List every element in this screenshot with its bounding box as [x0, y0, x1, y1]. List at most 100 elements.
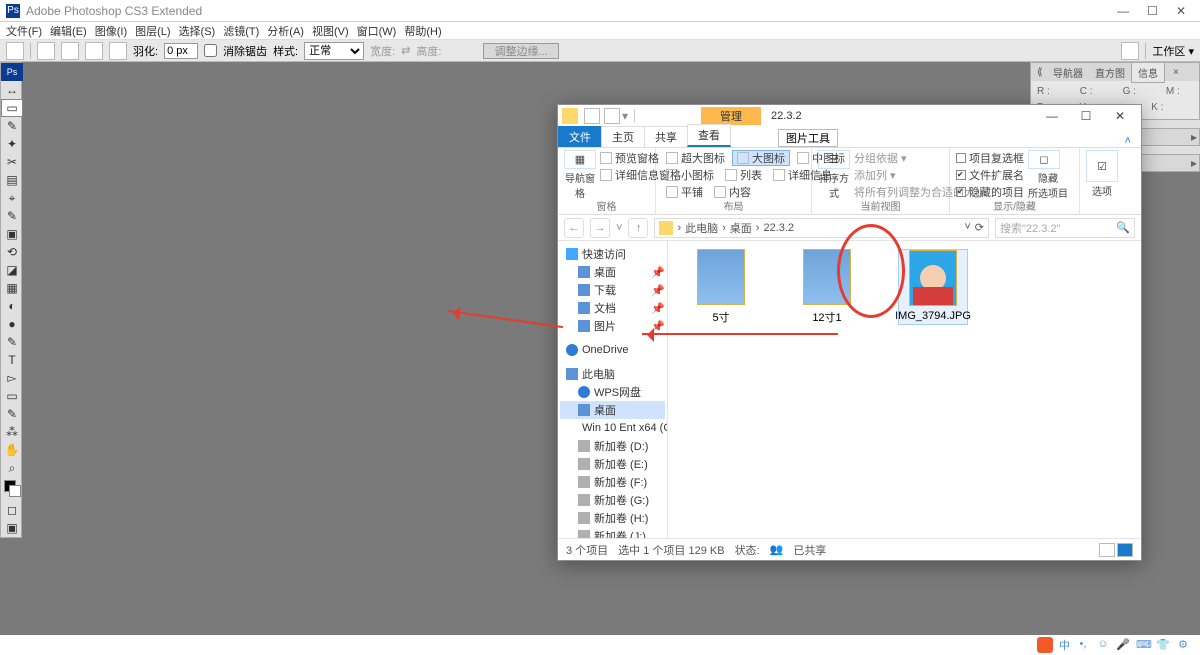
tree-desktop-2[interactable]: 桌面 — [560, 401, 665, 419]
hide-selected-icon[interactable]: ◻ — [1028, 150, 1060, 169]
menu-select[interactable]: 选择(S) — [179, 23, 216, 39]
swap-icon[interactable]: ⇄ — [401, 44, 410, 57]
new-selection-icon[interactable] — [37, 42, 55, 60]
eraser-tool[interactable]: ◪ — [1, 261, 23, 279]
ime-icon[interactable] — [1037, 637, 1053, 653]
menu-image[interactable]: 图像(I) — [95, 23, 127, 39]
path-tool[interactable]: ▻ — [1, 369, 23, 387]
crumb-pc[interactable]: 此电脑 — [685, 220, 718, 236]
tree-onedrive[interactable]: OneDrive — [560, 341, 665, 359]
address-dropdown-icon[interactable]: ˅ — [964, 221, 970, 234]
marquee-icon[interactable] — [6, 42, 24, 60]
tab-share[interactable]: 共享 — [644, 126, 688, 147]
thumbnails-view-icon[interactable] — [1117, 543, 1133, 557]
refine-edge-button[interactable]: 调整边缘... — [483, 43, 558, 59]
item-checkboxes-toggle[interactable]: 项目复选框 — [956, 150, 1024, 166]
tray-settings-icon[interactable]: ⚙ — [1176, 638, 1190, 652]
menu-window[interactable]: 窗口(W) — [357, 23, 397, 39]
brush-tool[interactable]: ✎ — [1, 207, 23, 225]
palette-collapse-icon[interactable]: ⟪ — [1031, 65, 1047, 80]
nav-pane-icon[interactable]: ▦ — [564, 150, 596, 169]
zoom-tool[interactable]: ⌕ — [1, 459, 23, 477]
menu-filter[interactable]: 滤镜(T) — [223, 23, 259, 39]
explorer-maximize-button[interactable]: ☐ — [1071, 109, 1101, 123]
info-tab[interactable]: 信息 — [1131, 62, 1165, 83]
tree-jdrive[interactable]: 新加卷 (J:) — [560, 527, 665, 538]
tree-fdrive[interactable]: 新加卷 (F:) — [560, 473, 665, 491]
manage-tab[interactable]: 管理 — [701, 107, 761, 125]
menu-help[interactable]: 帮助(H) — [404, 23, 441, 39]
histogram-tab[interactable]: 直方图 — [1089, 63, 1131, 82]
sub-selection-icon[interactable] — [85, 42, 103, 60]
tray-emoji-icon[interactable]: ☺ — [1096, 638, 1110, 652]
maximize-button[interactable]: ☐ — [1147, 4, 1158, 18]
menu-view[interactable]: 视图(V) — [312, 23, 349, 39]
tree-wps[interactable]: WPS网盘 — [560, 383, 665, 401]
quick-access-icon-2[interactable] — [604, 108, 620, 124]
quick-mask-icon[interactable]: ◻ — [1, 501, 23, 519]
feather-input[interactable] — [164, 43, 198, 59]
hand-tool[interactable]: ✋ — [1, 441, 23, 459]
navigator-tab[interactable]: 导航器 — [1047, 63, 1089, 82]
file-extensions-toggle[interactable]: 文件扩展名 — [956, 167, 1024, 183]
ime-label[interactable]: 中 — [1059, 637, 1070, 653]
heal-tool[interactable]: ⌖ — [1, 189, 23, 207]
tab-picture-tools[interactable]: 图片工具 — [778, 129, 838, 147]
workspace-dropdown[interactable]: 工作区 ▾ — [1152, 43, 1194, 59]
tray-skin-icon[interactable]: 👕 — [1156, 638, 1170, 652]
forward-button[interactable]: → — [590, 218, 610, 238]
slice-tool[interactable]: ▤ — [1, 171, 23, 189]
tab-view[interactable]: 查看 — [687, 124, 731, 147]
menu-analysis[interactable]: 分析(A) — [267, 23, 304, 39]
add-selection-icon[interactable] — [61, 42, 79, 60]
tree-documents[interactable]: 文档📌 — [560, 299, 665, 317]
tree-edrive[interactable]: 新加卷 (E:) — [560, 455, 665, 473]
search-input[interactable]: 搜索"22.3.2" 🔍 — [995, 218, 1135, 238]
view-sm[interactable]: 小图标 — [662, 167, 718, 183]
crop-tool[interactable]: ✂ — [1, 153, 23, 171]
history-brush-tool[interactable]: ⟲ — [1, 243, 23, 261]
blur-tool[interactable]: ◐ — [1, 297, 23, 315]
tray-mic-icon[interactable]: 🎤 — [1116, 638, 1130, 652]
tree-cdrive[interactable]: Win 10 Ent x64 (C:) — [560, 419, 665, 437]
marquee-tool[interactable]: ▭ — [1, 99, 23, 117]
palette-close-icon[interactable]: × — [1167, 65, 1185, 80]
close-button[interactable]: ✕ — [1176, 4, 1186, 18]
lasso-tool[interactable]: ✎ — [1, 117, 23, 135]
tree-ddrive[interactable]: 新加卷 (D:) — [560, 437, 665, 455]
refresh-icon[interactable]: ⟳ — [975, 221, 984, 234]
crumb-desktop[interactable]: 桌面 — [730, 220, 752, 236]
screen-mode-icon[interactable]: ▣ — [1, 519, 23, 537]
tree-thispc[interactable]: 此电脑 — [560, 365, 665, 383]
breadcrumb[interactable]: › 此电脑 › 桌面 › 22.3.2 ˅ ⟳ — [654, 218, 989, 238]
details-view-icon[interactable] — [1099, 543, 1115, 557]
fg-bg-colors[interactable] — [1, 477, 21, 501]
tab-file[interactable]: 文件 — [558, 126, 602, 147]
view-list[interactable]: 列表 — [721, 167, 766, 183]
wand-tool[interactable]: ✦ — [1, 135, 23, 153]
file-item[interactable]: 5寸 — [686, 249, 756, 325]
back-button[interactable]: ← — [564, 218, 584, 238]
notes-tool[interactable]: ✎ — [1, 405, 23, 423]
type-tool[interactable]: T — [1, 351, 23, 369]
explorer-close-button[interactable]: ✕ — [1105, 109, 1135, 123]
qat-dropdown-icon[interactable]: ▾ — [622, 109, 628, 123]
quick-access-icon[interactable] — [584, 108, 600, 124]
antialias-checkbox[interactable] — [204, 44, 217, 57]
gradient-tool[interactable]: ▦ — [1, 279, 23, 297]
menu-layer[interactable]: 图层(L) — [135, 23, 170, 39]
ribbon-collapse-icon[interactable]: ˄ — [1115, 135, 1141, 147]
sort-icon[interactable]: ☰ — [818, 150, 850, 169]
tree-hdrive[interactable]: 新加卷 (H:) — [560, 509, 665, 527]
shape-tool[interactable]: ▭ — [1, 387, 23, 405]
options-icon[interactable]: ☑ — [1086, 150, 1118, 182]
tray-punct-icon[interactable]: •, — [1076, 638, 1090, 652]
view-xl[interactable]: 超大图标 — [662, 150, 729, 166]
view-lg[interactable]: 大图标 — [732, 150, 790, 166]
crumb-folder[interactable]: 22.3.2 — [763, 222, 794, 234]
tree-gdrive[interactable]: 新加卷 (G:) — [560, 491, 665, 509]
tree-desktop[interactable]: 桌面📌 — [560, 263, 665, 281]
brush-preset-icon[interactable] — [1121, 42, 1139, 60]
dodge-tool[interactable]: ● — [1, 315, 23, 333]
pen-tool[interactable]: ✎ — [1, 333, 23, 351]
